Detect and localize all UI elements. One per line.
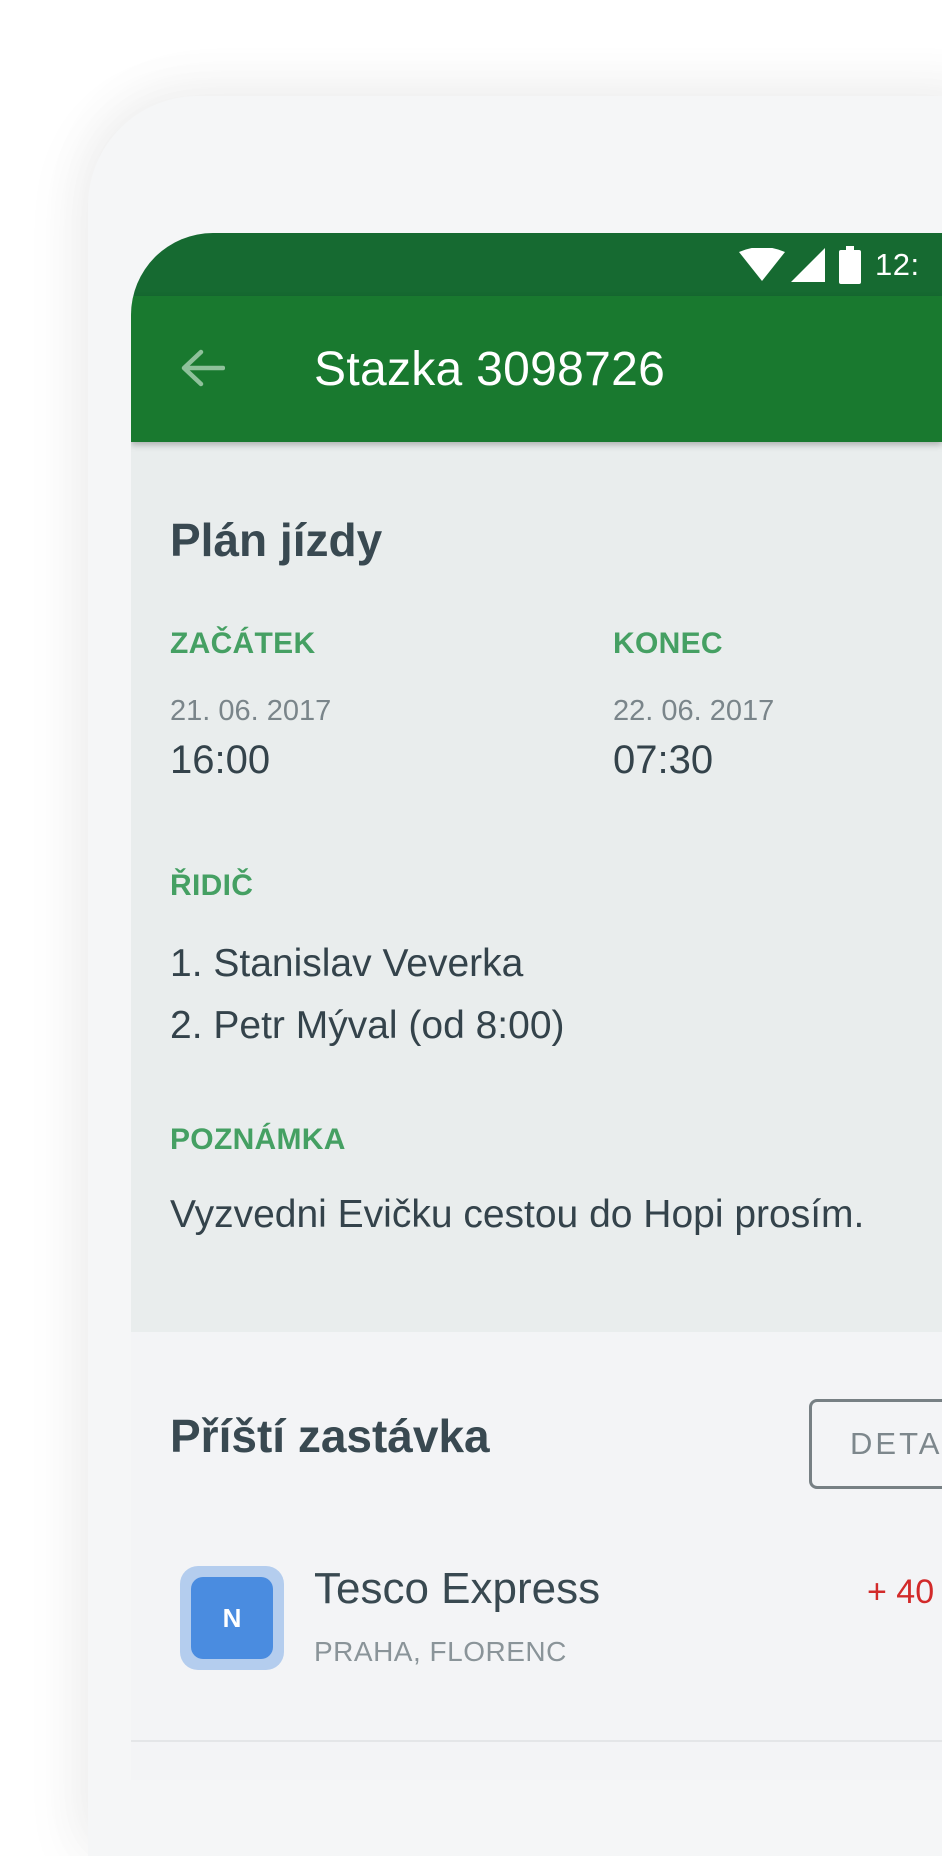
trip-plan-section: Plán jízdy ZAČÁTEK 21. 06. 2017 16:00 KO… xyxy=(131,442,942,1352)
stop-name[interactable]: Tesco Express xyxy=(314,1564,600,1614)
battery-icon xyxy=(839,246,861,284)
status-bar: 12: xyxy=(131,233,942,296)
driver-item: 1. Stanislav Veverka xyxy=(170,942,524,985)
detail-button[interactable]: DETA xyxy=(809,1399,942,1489)
start-label: ZAČÁTEK xyxy=(170,627,316,660)
next-stop-section: Příští zastávka DETA N Tesco Express PRA… xyxy=(131,1332,942,1780)
start-time: 16:00 xyxy=(170,738,271,782)
stop-location: PRAHA, FLORENC xyxy=(314,1636,567,1667)
wifi-icon xyxy=(739,248,785,282)
end-time: 07:30 xyxy=(613,738,714,782)
divider xyxy=(131,1740,942,1742)
status-time: 12: xyxy=(875,247,920,282)
next-stop-heading: Příští zastávka xyxy=(170,1410,490,1462)
phone-screen: 12: Stazka 3098726 Plán jízdy ZAČÁTEK 21… xyxy=(131,233,942,1780)
end-label: KONEC xyxy=(613,627,723,660)
cell-signal-icon xyxy=(791,248,825,282)
app-bar: Stazka 3098726 xyxy=(131,296,942,442)
note-text: Vyzvedni Evičku cestou do Hopi prosím. xyxy=(170,1193,865,1236)
start-date: 21. 06. 2017 xyxy=(170,695,332,727)
stop-delay: + 40 xyxy=(867,1573,935,1611)
stop-badge-letter: N xyxy=(191,1577,273,1659)
stop-badge: N xyxy=(180,1566,284,1670)
note-label: POZNÁMKA xyxy=(170,1123,346,1156)
back-arrow-icon[interactable] xyxy=(179,348,226,393)
driver-item: 2. Petr Mýval (od 8:00) xyxy=(170,1004,565,1047)
page-title: Stazka 3098726 xyxy=(314,343,666,396)
status-icons: 12: xyxy=(739,245,920,285)
plan-heading: Plán jízdy xyxy=(170,514,383,566)
driver-label: ŘIDIČ xyxy=(170,869,254,902)
end-date: 22. 06. 2017 xyxy=(613,695,775,727)
